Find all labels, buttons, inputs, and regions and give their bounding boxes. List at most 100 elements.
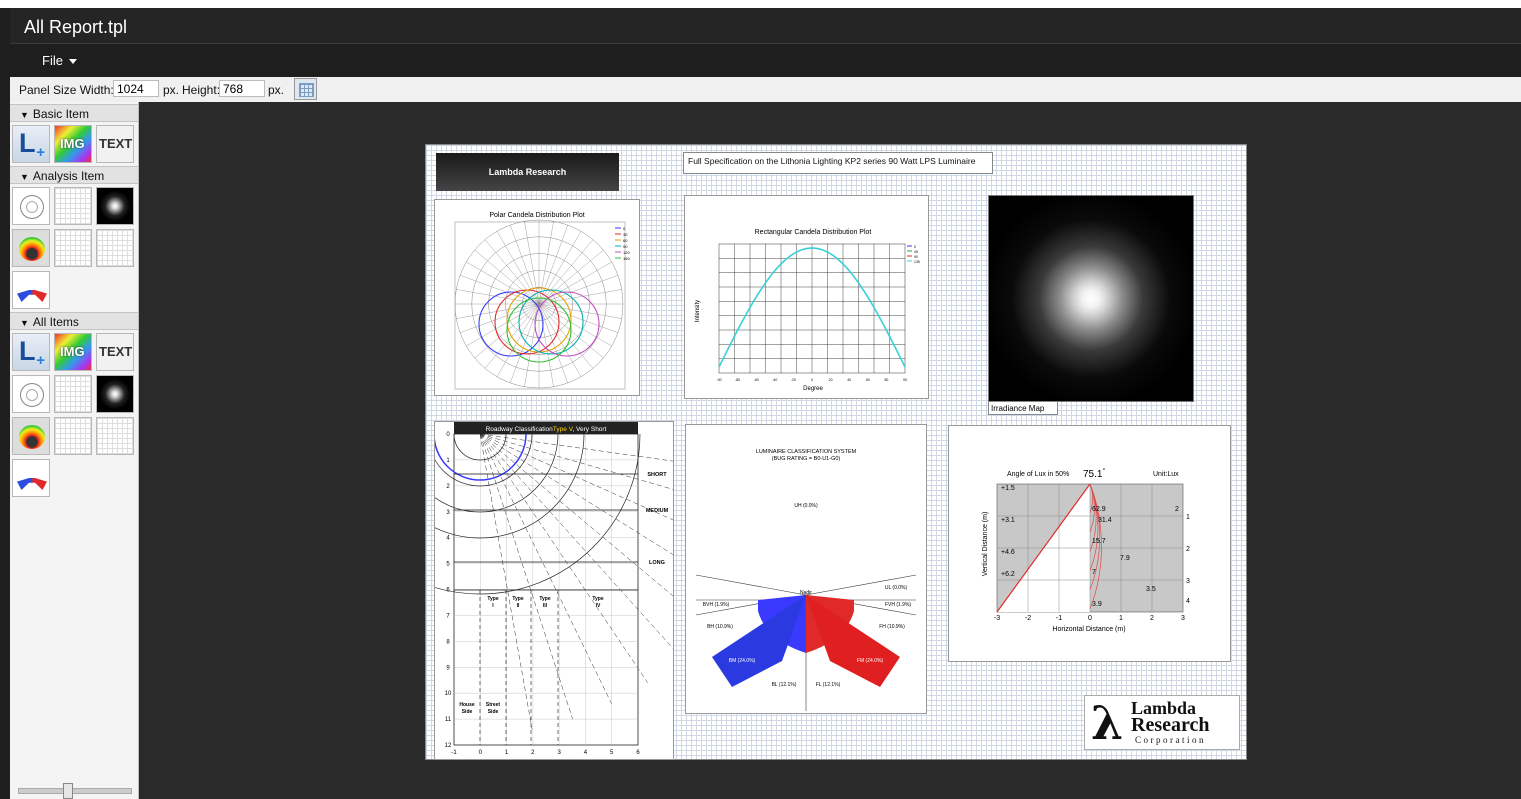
roadway-panel[interactable]: Roadway ClassificationType V, Very Short…	[319, 421, 778, 760]
bug-bl: BL (12.1%)	[772, 682, 797, 688]
panel-width-input[interactable]	[113, 80, 159, 97]
lux-xlabel: Horizontal Distance (m)	[1052, 626, 1125, 633]
image-item-label: IMG	[60, 136, 85, 151]
irradiance-map-tile[interactable]	[96, 187, 134, 225]
roadway-zone-label: MEDIUM	[646, 508, 669, 514]
roadway-type-label: Type	[539, 596, 551, 602]
polar-plot-tile[interactable]	[12, 187, 50, 225]
roadway-ray	[479, 433, 533, 730]
lambda-symbol-icon: λ	[1091, 696, 1124, 750]
rect-plot-tile[interactable]	[54, 375, 92, 413]
roadway-type-label: II	[517, 603, 520, 609]
panel-width-unit: px.	[163, 83, 180, 97]
candela-sphere-tile[interactable]	[12, 417, 50, 455]
lux-xtick: -1	[1056, 615, 1062, 622]
image-item-tile[interactable]: IMG	[54, 125, 92, 163]
roadway-ytick: 3	[446, 510, 450, 516]
roadway-type-label: Type	[592, 596, 604, 602]
candela-sphere-tile[interactable]	[12, 229, 50, 267]
lux-left-label: +3.1	[1001, 517, 1015, 524]
lux-xtick: -3	[994, 615, 1000, 622]
roadway-ytick: 4	[446, 536, 450, 542]
line-item-tile[interactable]: L +	[12, 333, 50, 371]
rect-xtick: 40	[847, 378, 851, 382]
roadway-tile[interactable]	[54, 229, 92, 267]
lux-xtick: 0	[1088, 615, 1092, 622]
lux-grid-tile[interactable]	[96, 417, 134, 455]
lux-left-label: +6.2	[1001, 571, 1015, 578]
roadway-side-label: Side	[488, 709, 499, 715]
lux-left-label: +1.5	[1001, 485, 1015, 492]
polar-legend: 0306090120150	[615, 226, 630, 261]
logo-line2: Research	[1131, 714, 1210, 736]
bug-rating-plot: LUMINAIRE CLASSIFICATION SYSTEM (BUG RAT…	[695, 449, 917, 711]
roadway-plot: Roadway ClassificationType V, Very Short…	[319, 422, 778, 756]
lux-value: 15.7	[1092, 538, 1106, 545]
roadway-ytick: 10	[445, 691, 452, 697]
roadway-side-label: Street	[486, 702, 501, 708]
top-strip	[0, 0, 1521, 8]
text-item-tile[interactable]: TEXT	[96, 125, 134, 163]
rect-plot-panel[interactable]: Rectangular Candela Distribution Plot In…	[684, 195, 929, 399]
zoom-slider[interactable]	[18, 783, 132, 799]
roadway-title: Roadway ClassificationType V, Very Short	[486, 426, 607, 433]
lux-value: 3.5	[1146, 586, 1156, 593]
bug-ul: UL (0.0%)	[885, 585, 908, 591]
roadway-xtick: 6	[636, 750, 640, 756]
section-basic-item-label: Basic Item	[32, 107, 89, 121]
grid-toggle-button[interactable]	[294, 78, 317, 100]
section-all-items[interactable]: ▼ All Items	[10, 312, 138, 330]
bug-nadir: Nadir	[800, 590, 812, 596]
panel-size-bar: Panel Size Width: px. Height: px.	[10, 77, 1521, 102]
file-menu[interactable]: File	[42, 53, 77, 68]
irradiance-map-tile[interactable]	[96, 375, 134, 413]
lambda-banner[interactable]: Lambda Research	[436, 153, 619, 191]
roadway-xtick: 3	[557, 750, 561, 756]
plus-icon: +	[36, 352, 45, 369]
text-item-tile[interactable]: TEXT	[96, 333, 134, 371]
polar-legend-label: 0	[623, 226, 626, 231]
roadway-arc	[453, 433, 507, 461]
roadway-type-label: Type	[487, 596, 499, 602]
lux-xtick: -2	[1025, 615, 1031, 622]
section-basic-item[interactable]: ▼ Basic Item	[10, 104, 138, 122]
line-item-tile[interactable]: L +	[12, 125, 50, 163]
lux-angle-label: Angle of Lux in 50%	[1007, 471, 1069, 478]
bug-fm: FM (24.0%)	[857, 658, 883, 664]
bug-title-1: LUMINAIRE CLASSIFICATION SYSTEM	[756, 449, 857, 455]
lux-grid-tile[interactable]	[96, 229, 134, 267]
irradiance-map[interactable]	[988, 195, 1194, 402]
lux-value: 2	[1175, 506, 1179, 513]
rect-legend-label: 135	[914, 260, 920, 264]
panel-height-unit: px.	[268, 83, 285, 97]
bug-fh: FH (10.9%)	[879, 624, 905, 630]
lux-panel[interactable]: Angle of Lux in 50% 75.1° Unit:Lux Verti…	[948, 425, 1231, 662]
polar-title: Polar Candela Distribution Plot	[489, 212, 584, 219]
roadway-zone-label: SHORT	[647, 472, 667, 478]
polar-plot-tile[interactable]	[12, 375, 50, 413]
bug-rating-panel[interactable]: LUMINAIRE CLASSIFICATION SYSTEM (BUG RAT…	[685, 424, 927, 714]
roadway-type-label: I	[492, 603, 494, 609]
irradiance-map-label[interactable]: Irradiance Map	[988, 401, 1058, 415]
section-analysis-item[interactable]: ▼ Analysis Item	[10, 166, 138, 184]
polar-plot-panel[interactable]: Polar Candela Distribution Plot 0 30 60 90 1…	[434, 199, 640, 396]
rect-plot-tile[interactable]	[54, 187, 92, 225]
lux-value: 7	[1092, 569, 1096, 576]
report-canvas[interactable]: Lambda Research Full Specification on th…	[319, 144, 1247, 760]
lux-right-label: 4	[1186, 598, 1190, 605]
image-item-tile[interactable]: IMG	[54, 333, 92, 371]
roadway-ray	[479, 433, 769, 517]
bug-rating-tile[interactable]	[12, 271, 50, 309]
panel-height-input[interactable]	[219, 80, 265, 97]
rect-ylabel: Intensity	[695, 300, 701, 322]
roadway-tile[interactable]	[54, 417, 92, 455]
lambda-logo[interactable]: λ Lambda Research Corporation	[1084, 695, 1240, 750]
bug-fvh: FVH (1.9%)	[885, 602, 911, 608]
roadway-xtick: 4	[584, 750, 588, 756]
zoom-slider-knob[interactable]	[63, 783, 73, 799]
bug-rating-tile[interactable]	[12, 459, 50, 497]
spec-text-box[interactable]: Full Specification on the Lithonia Light…	[683, 152, 993, 174]
roadway-ytick: 11	[445, 717, 452, 723]
roadway-xtick: 1	[505, 750, 509, 756]
polar-legend-label: 150	[623, 256, 630, 261]
